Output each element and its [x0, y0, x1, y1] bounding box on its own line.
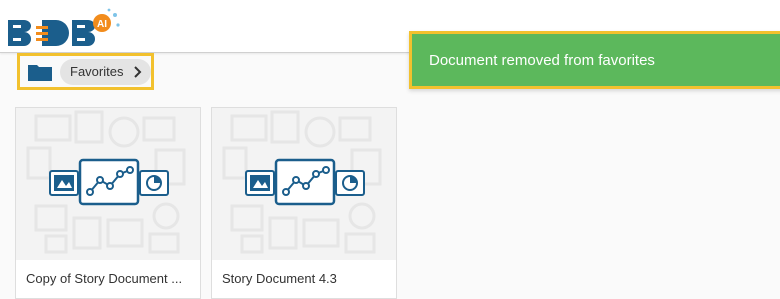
story-document-icon	[222, 110, 382, 254]
svg-text:AI: AI	[97, 19, 107, 30]
story-document-icon	[26, 110, 186, 254]
breadcrumb-item-favorites[interactable]: Favorites	[60, 58, 152, 85]
toast-message: Document removed from favorites	[429, 51, 655, 69]
folder-icon[interactable]	[28, 63, 52, 81]
chevron-right-icon[interactable]	[133, 65, 143, 78]
document-thumbnail[interactable]	[16, 108, 200, 260]
document-title[interactable]: Story Document 4.3	[222, 271, 392, 286]
toast-notification: Document removed from favorites	[409, 31, 780, 89]
breadcrumb: Favorites	[17, 53, 154, 90]
breadcrumb-label: Favorites	[70, 64, 124, 79]
document-card[interactable]: Copy of Story Document ...	[15, 107, 201, 299]
bdb-logo[interactable]: AI	[6, 6, 126, 52]
document-card[interactable]: Story Document 4.3	[211, 107, 397, 299]
document-thumbnail[interactable]	[212, 108, 396, 260]
document-title[interactable]: Copy of Story Document ...	[26, 271, 196, 286]
